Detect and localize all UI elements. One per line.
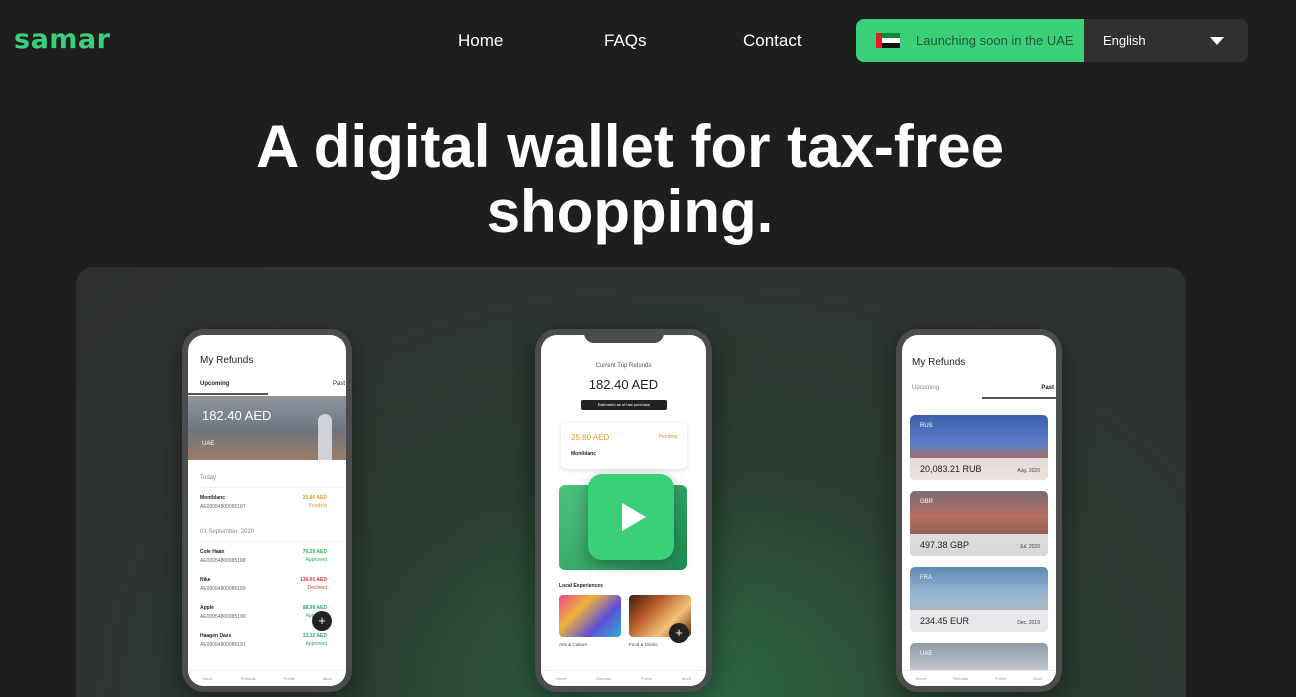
refund-status: Pending [308,503,327,509]
bottom-nav-item: Home [555,676,567,681]
trip-country: FRA [920,575,932,581]
merchant-name: Montblanc [571,451,596,457]
trip-amount: 20,083.21 RUB [920,464,982,474]
refund-amount: 25.80 AED [571,433,610,442]
bottom-nav-item: Home [915,676,927,681]
bottom-nav: Home Refunds Profile More [541,670,706,686]
experience-thumbnail [559,595,621,637]
play-video-button[interactable] [588,474,674,560]
refund-card: 25.80 AED Pending Montblanc [561,423,687,469]
trip-date: Jul. 2020 [1019,544,1040,550]
trip-card: FRA 234.45 EUR Dec. 2019 [910,567,1048,632]
nav-faqs[interactable]: FAQs [604,31,647,51]
launch-banner: Launching soon in the UAE [856,19,1084,62]
local-experiences-title: Local Experiences [559,583,603,589]
estimate-note: Estimated as of last purchase [581,400,667,410]
bottom-nav: Home Refunds Profile More [188,670,346,686]
trip-amount: 234.45 EUR [920,616,970,626]
experience-caption: Arts & Culture [559,642,588,647]
trip-amount: 182.40 AED [588,377,659,392]
bottom-nav-item: More [1033,676,1043,681]
trip-country: RUS [920,423,933,429]
refund-row: Cole Haan AE00054800085188 70.29 AED App… [200,549,345,564]
tab-indicator [982,397,1056,399]
phone-notch [583,329,664,343]
experience-caption: Food & Drinks [629,642,658,647]
language-label: English [1103,33,1146,48]
section-today: Today [200,475,217,481]
tab-indicator [188,393,268,395]
refund-status: Pending [658,434,677,440]
refund-row: Haagen Dazs AE00054800085191 12.12 AED A… [200,633,345,648]
burj-al-arab-image [318,414,332,460]
add-icon: + [669,623,689,643]
app-preview-stage: My Refunds Upcoming Past 182.40 AED UAE … [76,267,1186,697]
refund-row: Nike AE00054800085189 136.01 AED Decline… [200,577,345,592]
phone-mockup-past-refunds: My Refunds Upcoming Past RUS 20,083.21 R… [896,329,1062,692]
summary-country: UAE [202,441,215,447]
trip-heading: Current Trip Refunds [595,363,652,369]
screen-title: My Refunds [912,357,966,368]
uae-flag-icon [876,33,900,48]
add-icon: + [312,611,332,631]
tab-past: Past [332,381,345,387]
launch-text: Launching soon in the UAE [916,33,1074,48]
nav-home[interactable]: Home [458,31,503,51]
refund-status: Approved [305,557,327,563]
bottom-nav-item: Refunds [953,676,969,681]
language-select[interactable]: English [1084,19,1248,62]
divider [200,487,345,488]
bottom-nav-item: Home [201,676,213,681]
bottom-nav-item: Profile [640,676,653,681]
phone-screen: My Refunds Upcoming Past RUS 20,083.21 R… [902,335,1056,686]
trip-date: Dec. 2019 [1017,620,1040,626]
chevron-down-icon [1210,36,1224,45]
refund-status: Declined [307,585,327,591]
tab-upcoming: Upcoming [200,381,230,387]
trip-card: RUS 20,083.21 RUB Aug. 2020 [910,415,1048,480]
bottom-nav-item: More [681,676,692,681]
bottom-nav-item: Refunds [240,676,256,681]
tab-upcoming: Upcoming [912,385,940,391]
play-icon [622,503,646,531]
bottom-nav-item: More [322,676,332,681]
phone-screen: My Refunds Upcoming Past 182.40 AED UAE … [188,335,346,686]
trip-amount: 497.38 GBP [920,540,970,550]
trip-country: UAE [920,651,933,657]
refund-amount: 12.12 AED [302,633,327,639]
nav-contact[interactable]: Contact [743,31,802,51]
trip-date: Aug. 2020 [1017,468,1040,474]
section-date: 01 September, 2020 [200,529,255,535]
summary-amount: 182.40 AED [202,408,272,423]
refund-amount: 70.29 AED [302,549,327,555]
bottom-nav-item: Profile [995,676,1007,681]
launch-language-bar: Launching soon in the UAE English [856,19,1248,62]
refund-tabs: Upcoming Past [912,385,1054,391]
bottom-nav-item: Profile [283,676,295,681]
trip-country: GBR [920,499,934,505]
bottom-nav-item: Refunds [596,676,612,681]
divider [200,541,345,542]
refund-summary-card: 182.40 AED UAE [188,396,346,460]
samar-logo[interactable]: samar [14,24,110,55]
hero-headline-line2: shopping. [486,178,774,245]
refund-status: Approved [305,641,327,647]
phone-mockup-refunds: My Refunds Upcoming Past 182.40 AED UAE … [182,329,352,692]
refund-amount: 25.80 AED [302,495,327,501]
tab-past: Past [1041,385,1054,391]
trip-card: GBR 497.38 GBP Jul. 2020 [910,491,1048,556]
hero-headline-line1: A digital wallet for tax-free [256,113,1004,180]
refund-amount: 136.01 AED [299,577,327,583]
refund-tabs: Upcoming Past [200,381,345,387]
trip-card: UAE [910,643,1048,673]
screen-title: My Refunds [200,355,254,366]
refund-row: Montblanc AE00054800085187 25.80 AED Pen… [200,495,345,510]
bottom-nav: Home Refunds Profile More [902,670,1056,686]
hero-headline: A digital wallet for tax-free shopping. [0,114,1260,244]
